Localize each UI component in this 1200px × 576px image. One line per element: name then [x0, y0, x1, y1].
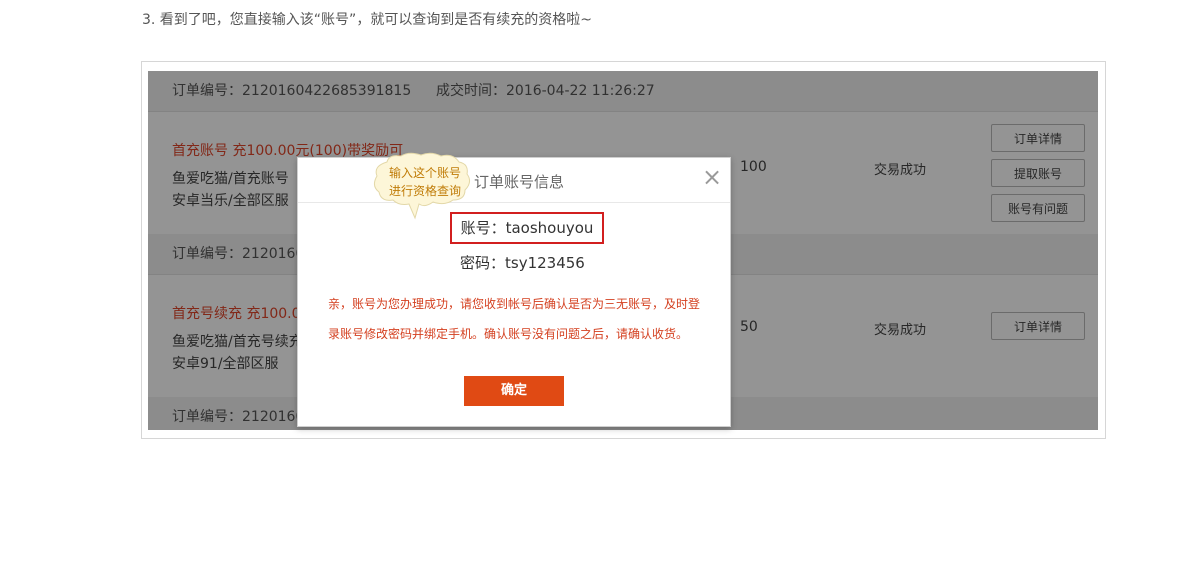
hint-text: 输入这个账号 [389, 166, 462, 180]
notice-text: 亲，账号为您办理成功，请您收到帐号后确认是否为三无账号，及时登 [328, 297, 701, 311]
hint-bubble: 输入这个账号 进行资格查询 [369, 152, 485, 222]
modal-title: 订单账号信息 [474, 173, 565, 191]
password-value: 密码：tsy123456 [460, 254, 585, 272]
modal-header: 订单账号信息 × [298, 158, 730, 203]
account-info-modal: 订单账号信息 × 账号：taoshouyou 密码：tsy123456 亲，账号… [297, 157, 731, 427]
step-instruction: 3. 看到了吧，您直接输入该“账号”，就可以查询到是否有续充的资格啦~ [142, 12, 593, 28]
confirm-button[interactable]: 确定 [464, 376, 564, 406]
hint-text: 进行资格查询 [389, 184, 462, 198]
notice-text: 录账号修改密码并绑定手机。确认账号没有问题之后，请确认收货。 [328, 327, 689, 341]
close-icon[interactable]: × [701, 165, 723, 189]
